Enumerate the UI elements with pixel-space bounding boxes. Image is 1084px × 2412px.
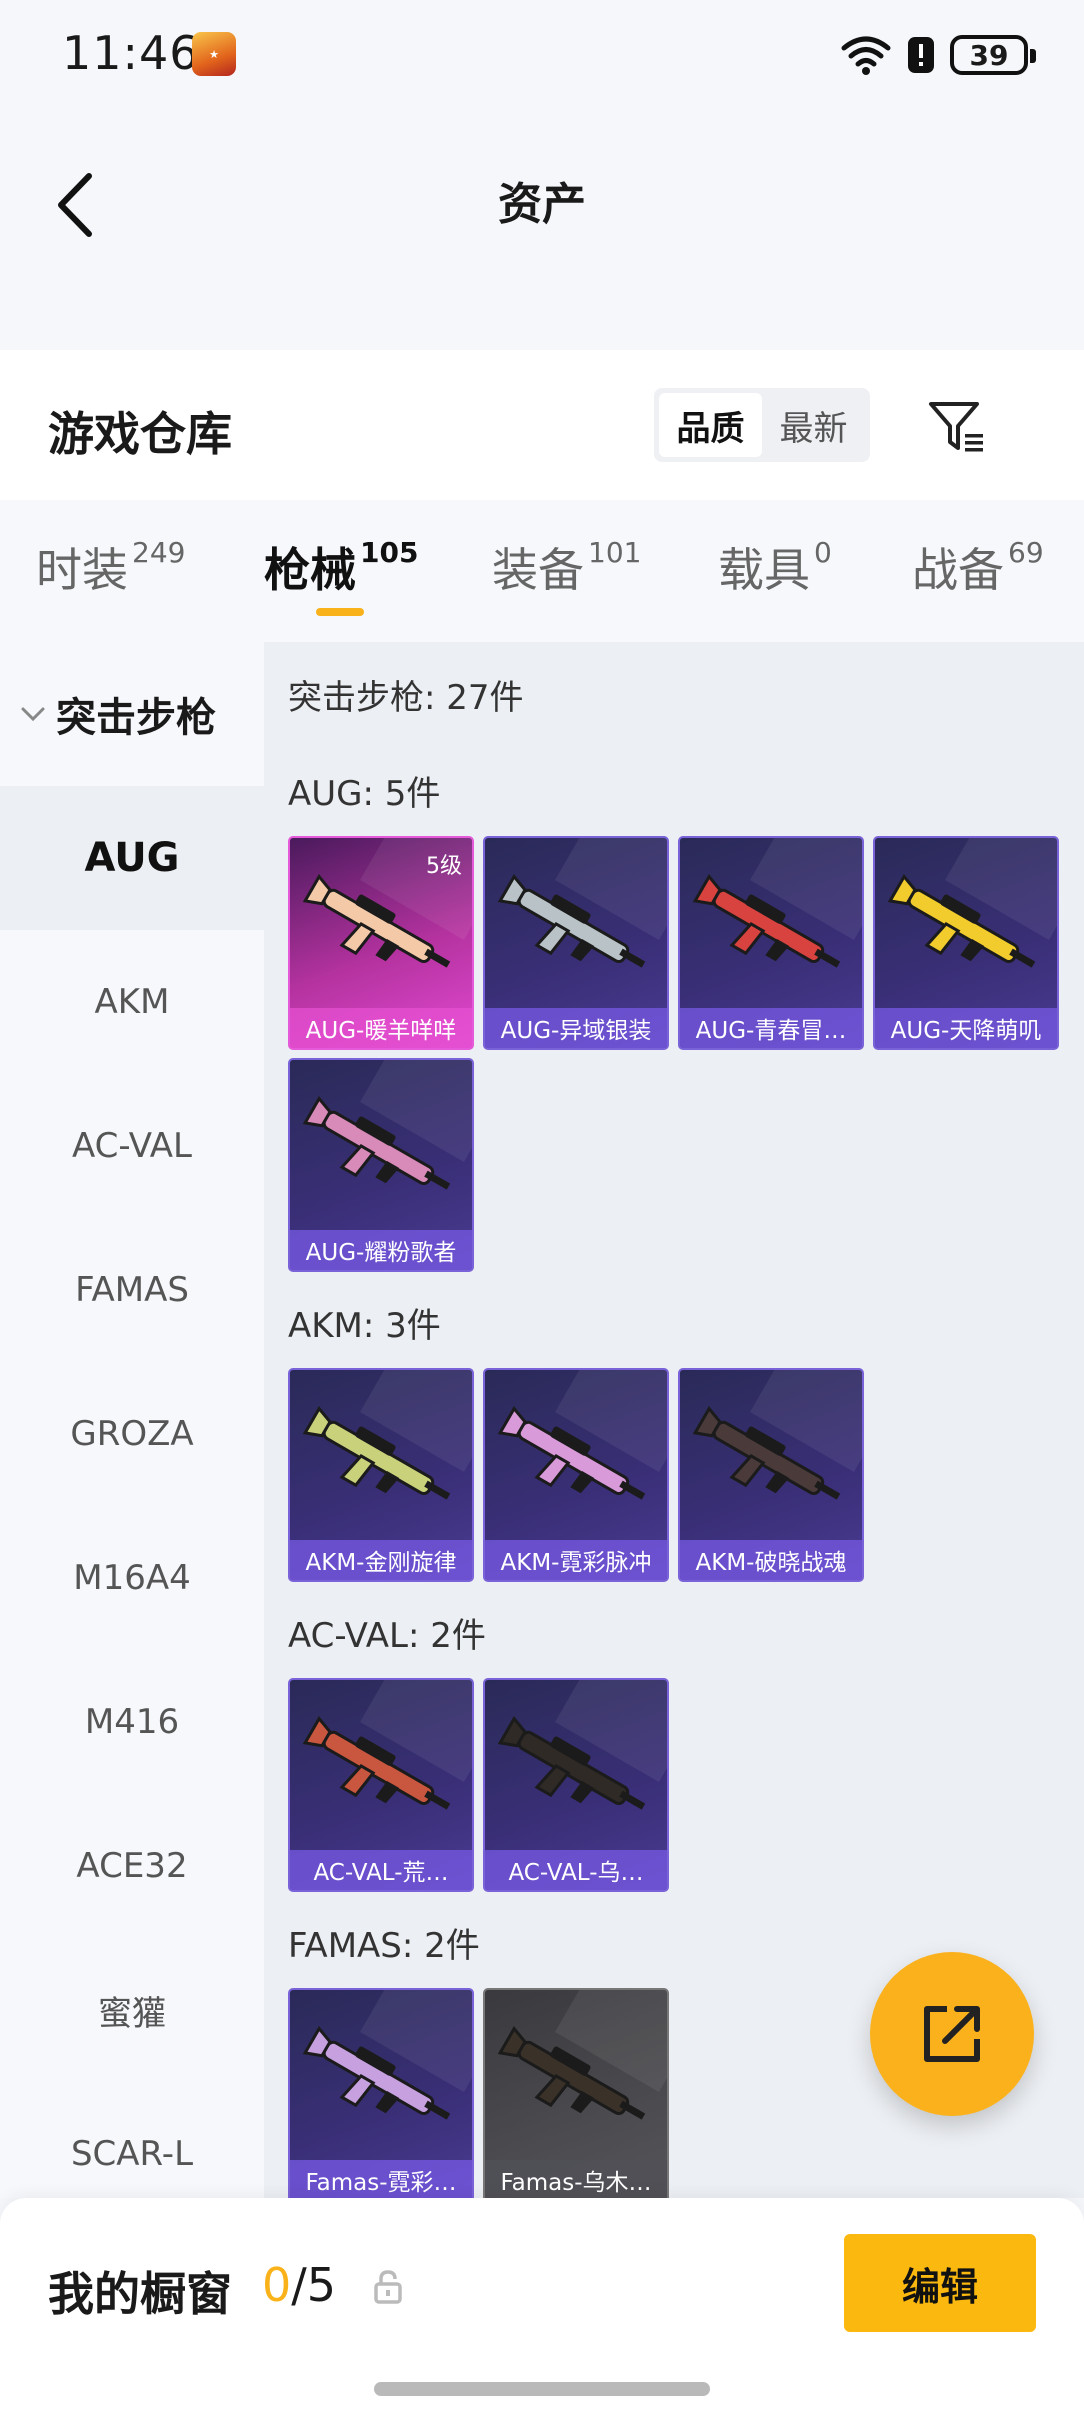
showcase-count: 0/5 xyxy=(262,2258,337,2312)
weapon-card[interactable]: AUG-青春冒… xyxy=(678,836,864,1050)
group-title-akm: AKM: 3件 xyxy=(288,1306,441,1346)
weapon-card[interactable]: AC-VAL-荒… xyxy=(288,1678,474,1892)
weapon-card[interactable]: AC-VAL-乌… xyxy=(483,1678,669,1892)
weapon-card[interactable]: AUG-异域银装 xyxy=(483,836,669,1050)
weapon-card[interactable]: Famas-乌木… xyxy=(483,1988,669,2198)
gun-skin-icon xyxy=(885,872,1051,992)
sidebar-item-ac-val[interactable]: AC-VAL xyxy=(0,1074,264,1218)
sidebar-group-label: 突击步枪 xyxy=(56,695,216,741)
weapon-card-label: AC-VAL-荒… xyxy=(290,1850,472,1890)
weapon-card[interactable]: AKM-破晓战魂 xyxy=(678,1368,864,1582)
warehouse-header: 游戏仓库 品质 最新 xyxy=(0,350,1084,500)
chevron-down-icon xyxy=(21,707,45,722)
sidebar-item-ace32[interactable]: ACE32 xyxy=(0,1794,264,1938)
share-icon xyxy=(924,2006,980,2062)
sidebar-item-honey-badger[interactable]: 蜜獾 xyxy=(0,1938,264,2082)
filter-button[interactable] xyxy=(922,392,992,462)
gun-skin-icon xyxy=(300,1094,466,1214)
edit-button[interactable]: 编辑 xyxy=(844,2234,1036,2332)
sort-newest-button[interactable]: 最新 xyxy=(762,393,865,457)
sort-toggle: 品质 最新 xyxy=(654,388,870,462)
weapon-card-label: Famas-霓彩… xyxy=(290,2160,472,2198)
weapon-card-label: AUG-耀粉歌者 xyxy=(290,1230,472,1270)
group-title-famas: FAMAS: 2件 xyxy=(288,1926,480,1966)
sidebar-group-assault-rifles[interactable]: 突击步枪 xyxy=(0,642,264,786)
showcase-title: 我的橱窗 xyxy=(48,2267,232,2321)
group-title-ac-val: AC-VAL: 2件 xyxy=(288,1616,486,1656)
category-summary: 突击步枪: 27件 xyxy=(288,678,524,718)
weapon-card-label: AKM-金刚旋律 xyxy=(290,1540,472,1580)
sidebar-item-scar-l[interactable]: SCAR-L xyxy=(0,2082,264,2198)
top-nav: 资产 xyxy=(0,110,1084,330)
weapon-card[interactable]: 5级 AUG-暖羊咩咩 xyxy=(288,836,474,1050)
tab-fashion[interactable]: 时装 249 xyxy=(36,534,185,600)
share-fab[interactable] xyxy=(870,1952,1034,2116)
gun-skin-icon xyxy=(495,1714,661,1834)
sort-quality-button[interactable]: 品质 xyxy=(659,393,762,457)
gun-skin-icon xyxy=(300,1714,466,1834)
lock-icon xyxy=(374,2270,402,2304)
filter-icon xyxy=(929,402,983,452)
tab-supplies[interactable]: 战备 69 xyxy=(912,534,1044,600)
sidebar-item-m416[interactable]: M416 xyxy=(0,1650,264,1794)
sidebar-item-groza[interactable]: GROZA xyxy=(0,1362,264,1506)
alert-icon xyxy=(908,37,934,73)
tab-firearms[interactable]: 枪械 105 xyxy=(264,534,418,600)
battery-icon: 39 xyxy=(950,35,1036,75)
gun-skin-icon xyxy=(495,1404,661,1524)
weapon-card-label: AUG-青春冒… xyxy=(680,1008,862,1048)
weapon-card-label: AUG-异域银装 xyxy=(485,1008,667,1048)
app-notification-icon: ★ xyxy=(192,32,236,76)
active-tab-indicator xyxy=(316,608,364,616)
gun-skin-icon xyxy=(690,1404,856,1524)
gun-skin-icon xyxy=(300,872,466,992)
home-indicator[interactable] xyxy=(374,2382,710,2396)
status-time: 11:46 xyxy=(62,26,200,80)
page-title: 资产 xyxy=(498,179,586,230)
sidebar-item-akm[interactable]: AKM xyxy=(0,930,264,1074)
group-title-aug: AUG: 5件 xyxy=(288,774,441,814)
weapon-card[interactable]: AKM-金刚旋律 xyxy=(288,1368,474,1582)
weapon-card[interactable]: AUG-天降萌叽 xyxy=(873,836,1059,1050)
sidebar-item-famas[interactable]: FAMAS xyxy=(0,1218,264,1362)
warehouse-title: 游戏仓库 xyxy=(48,407,232,461)
gun-skin-icon xyxy=(495,872,661,992)
weapon-card-label: AC-VAL-乌… xyxy=(485,1850,667,1890)
tab-vehicles[interactable]: 载具 0 xyxy=(718,534,832,600)
weapon-card[interactable]: AKM-霓彩脉冲 xyxy=(483,1368,669,1582)
showcase-bar: 我的橱窗 0/5 编辑 xyxy=(0,2198,1084,2412)
weapon-card-label: AKM-霓彩脉冲 xyxy=(485,1540,667,1580)
sidebar-item-m16a4[interactable]: M16A4 xyxy=(0,1506,264,1650)
weapon-card[interactable]: Famas-霓彩… xyxy=(288,1988,474,2198)
tab-equipment[interactable]: 装备 101 xyxy=(492,534,641,600)
weapon-card-label: AUG-暖羊咩咩 xyxy=(290,1008,472,1048)
weapon-sidebar: 突击步枪 AUG AKM AC-VAL FAMAS GROZA M16A4 M4… xyxy=(0,642,264,2198)
weapon-card-label: Famas-乌木… xyxy=(485,2160,667,2198)
category-tabs: 时装 249 枪械 105 装备 101 载具 0 战备 69 xyxy=(0,500,1084,642)
system-icons: 39 xyxy=(840,30,1036,80)
weapon-card-label: AUG-天降萌叽 xyxy=(875,1008,1057,1048)
gun-skin-icon xyxy=(300,2024,466,2144)
sidebar-item-aug[interactable]: AUG xyxy=(0,786,264,930)
gun-skin-icon xyxy=(495,2024,661,2144)
gun-skin-icon xyxy=(300,1404,466,1524)
weapon-card-label: AKM-破晓战魂 xyxy=(680,1540,862,1580)
status-bar: 11:46 ★ 39 xyxy=(0,0,1084,110)
weapon-card[interactable]: AUG-耀粉歌者 xyxy=(288,1058,474,1272)
wifi-icon xyxy=(841,36,891,75)
gun-skin-icon xyxy=(690,872,856,992)
